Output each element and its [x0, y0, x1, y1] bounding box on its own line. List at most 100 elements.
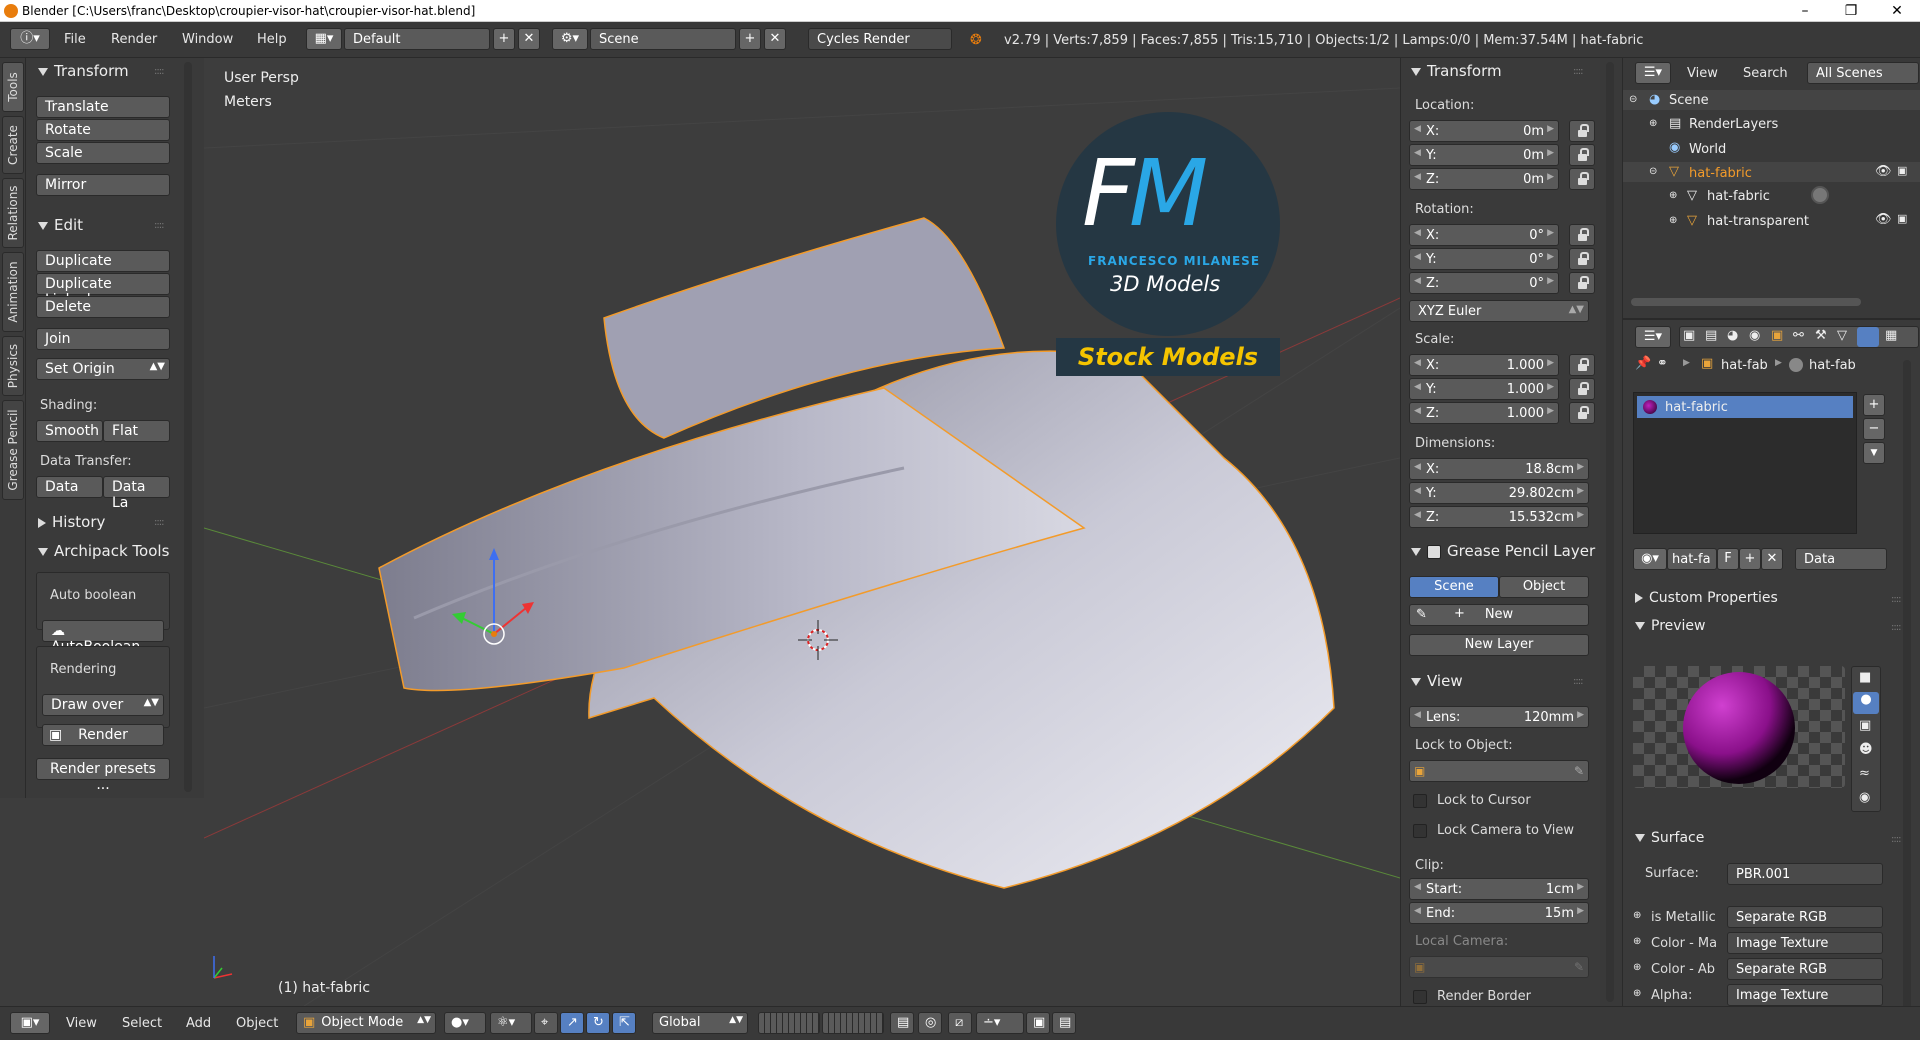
input-alpha-link[interactable]: Image Texture [1727, 984, 1883, 1006]
panel-preview-header[interactable]: Preview [1635, 618, 1706, 634]
location-z-field[interactable]: ◀ Z: 0m ▶ [1409, 168, 1559, 190]
data-button[interactable]: Data [36, 476, 103, 498]
dimensions-z-field[interactable]: ◀ Z: 15.532cm ▶ [1409, 506, 1589, 528]
panel-archipack-header[interactable]: Archipack Tools [38, 542, 178, 560]
scene-field[interactable]: Scene [590, 28, 736, 50]
location-y-field[interactable]: ◀ Y: 0m ▶ [1409, 144, 1559, 166]
expand-icon[interactable]: ⊕ [1649, 118, 1657, 129]
clip-end-field[interactable]: ◀ End: 15m ▶ [1409, 902, 1589, 924]
outliner-view-menu[interactable]: View [1687, 66, 1718, 81]
render-button[interactable]: ▣ Render [42, 724, 164, 746]
socket-expand-icon[interactable]: ⊕ [1633, 962, 1641, 973]
menu-help[interactable]: Help [257, 32, 287, 47]
mode-dropdown[interactable]: ▣ Object Mode ▲▼ [296, 1012, 436, 1034]
snap-element-icon[interactable]: ∸▾ [976, 1012, 1024, 1034]
autoboolean-button[interactable]: ☁AutoBoolean [42, 620, 164, 655]
outliner-scrollbar[interactable] [1631, 298, 1861, 306]
outliner-item-renderlayers[interactable]: RenderLayers [1689, 117, 1778, 132]
panel-grip-icon[interactable]: :::: [1891, 622, 1902, 633]
outliner-item-hat-fabric[interactable]: hat-fabric [1689, 166, 1752, 181]
pin-icon[interactable]: 📌 [1635, 356, 1651, 371]
menu-file[interactable]: File [64, 32, 86, 47]
menu-render[interactable]: Render [111, 32, 157, 47]
panel-transform-header[interactable]: Transform [1411, 62, 1502, 80]
texture-tab-icon[interactable]: ▦ [1885, 328, 1897, 343]
modifiers-tab-icon[interactable]: ⚒ [1815, 328, 1827, 343]
dimensions-x-field[interactable]: ◀ X: 18.8cm ▶ [1409, 458, 1589, 480]
lock-icon[interactable] [1569, 354, 1595, 376]
panel-grip-icon[interactable]: :::: [1573, 676, 1584, 687]
layout-field[interactable]: Default [344, 28, 490, 50]
tab-create[interactable]: Create [2, 116, 24, 174]
minimize-button[interactable]: – [1782, 0, 1828, 22]
rotate-button[interactable]: Rotate [36, 119, 170, 141]
translate-manipulator-icon[interactable]: ↗ [560, 1012, 584, 1034]
render-border-checkbox[interactable] [1413, 990, 1427, 1004]
dimensions-y-field[interactable]: ◀ Y: 29.802cm ▶ [1409, 482, 1589, 504]
tab-relations[interactable]: Relations [2, 178, 24, 248]
rotate-manipulator-icon[interactable]: ↻ [586, 1012, 610, 1034]
slot-specials-icon[interactable]: ▼ [1863, 442, 1885, 464]
renderlayers-tab-icon[interactable]: ▤ [1705, 328, 1717, 343]
outliner-item-hat-transparent[interactable]: hat-transparent [1707, 214, 1809, 229]
remove-slot-icon[interactable]: − [1863, 418, 1885, 440]
expand-icon[interactable]: ⊕ [1669, 190, 1677, 201]
editor-type-info-icon[interactable]: ⓘ▾ [10, 28, 50, 50]
object-tab-icon[interactable]: ▣ [1771, 328, 1783, 343]
eye-icon[interactable]: 👁 [1875, 212, 1892, 227]
delete-layout-icon[interactable]: ✕ [518, 28, 540, 50]
preview-cube-icon[interactable]: ▣ [1859, 718, 1871, 733]
gp-new-layer-button[interactable]: New Layer [1409, 634, 1589, 656]
render-presets-button[interactable]: Render presets ... [36, 758, 170, 793]
opengl-render-icon[interactable]: ▣ [1026, 1012, 1050, 1034]
surface-shader-field[interactable]: PBR.001 [1727, 863, 1883, 885]
render-camera-icon[interactable]: ▣ [1897, 212, 1907, 225]
material-slot-name[interactable]: hat-fabric [1665, 400, 1728, 415]
outliner-filter-dropdown[interactable]: All Scenes [1807, 62, 1919, 84]
panel-grease-pencil-header[interactable]: Grease Pencil Layer [1411, 542, 1595, 560]
add-slot-icon[interactable]: + [1863, 394, 1885, 416]
outliner-item-scene[interactable]: Scene [1669, 93, 1709, 108]
lock-icon[interactable] [1569, 120, 1595, 142]
orientation-dropdown[interactable]: Global ▲▼ [652, 1012, 748, 1034]
layers-block-2[interactable] [822, 1012, 884, 1034]
browse-material-icon[interactable]: ◉▾ [1633, 548, 1667, 570]
material-name-field[interactable]: hat-fa [1667, 548, 1717, 570]
preview-hair-icon[interactable]: ≈ [1859, 766, 1870, 781]
proportional-editing-icon[interactable]: ◎ [918, 1012, 942, 1034]
lock-icon[interactable] [1569, 248, 1595, 270]
rotation-z-field[interactable]: ◀ Z: 0° ▶ [1409, 272, 1559, 294]
scale-x-field[interactable]: ◀ X: 1.000 ▶ [1409, 354, 1559, 376]
render-engine-dropdown[interactable]: Cycles Render [808, 28, 952, 50]
local-camera-field[interactable]: ▣ ✎ [1409, 956, 1589, 978]
lock-object-field[interactable]: ▣ ✎ [1409, 760, 1589, 782]
properties-scrollbar[interactable] [1903, 360, 1911, 1020]
input-metallic-link[interactable]: Separate RGB [1727, 906, 1883, 928]
gp-new-button[interactable]: ✎ + New [1409, 604, 1589, 626]
set-origin-dropdown[interactable]: Set Origin ▲▼ [36, 358, 170, 380]
material-tab-icon[interactable] [1857, 327, 1879, 347]
editor-type-3d-icon[interactable]: ▣▾ [10, 1012, 50, 1034]
location-x-field[interactable]: ◀ X: 0m ▶ [1409, 120, 1559, 142]
snap-magnet-icon[interactable]: ⧄ [948, 1012, 972, 1034]
input-color-ma-link[interactable]: Image Texture [1727, 932, 1883, 954]
lock-icon[interactable] [1569, 224, 1595, 246]
maximize-button[interactable]: ❐ [1828, 0, 1874, 22]
fake-user-button[interactable]: F [1717, 548, 1739, 570]
panel-edit-header[interactable]: Edit [38, 216, 83, 234]
expand-icon[interactable]: ⊕ [1669, 215, 1677, 226]
lock-layers-icon[interactable]: ▤ [890, 1012, 914, 1034]
panel-custom-properties-header[interactable]: Custom Properties [1635, 590, 1778, 606]
clip-start-field[interactable]: ◀ Start: 1cm ▶ [1409, 878, 1589, 900]
menu-object[interactable]: Object [236, 1016, 278, 1031]
preview-sky-icon[interactable]: ◉ [1859, 790, 1870, 805]
panel-grip-icon[interactable]: :::: [154, 220, 165, 231]
smooth-button[interactable]: Smooth [36, 420, 103, 442]
manipulator-toggle-icon[interactable]: ⌖ [534, 1012, 558, 1034]
gp-object-toggle[interactable]: Object [1499, 576, 1589, 598]
translate-button[interactable]: Translate [36, 96, 170, 118]
panel-surface-header[interactable]: Surface [1635, 830, 1704, 846]
preview-sphere-icon[interactable]: ● [1853, 692, 1879, 714]
lock-icon[interactable] [1569, 402, 1595, 424]
rotation-y-field[interactable]: ◀ Y: 0° ▶ [1409, 248, 1559, 270]
